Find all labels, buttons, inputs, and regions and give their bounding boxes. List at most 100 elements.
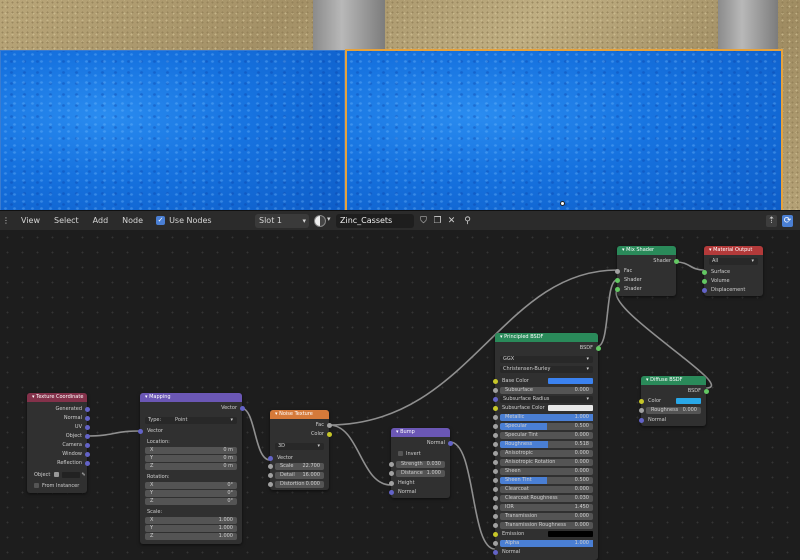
socket-icon — [492, 424, 498, 429]
node-header[interactable]: Material Output — [704, 246, 763, 255]
location-z-field[interactable]: Z0 m — [145, 463, 237, 470]
shield-icon[interactable]: ⛉ — [418, 215, 429, 227]
socket-icon — [492, 487, 498, 492]
socket-icon — [638, 417, 644, 423]
input-clearcoat-roughness[interactable]: Clearcoat Roughness 0.030 — [492, 495, 593, 502]
node-header[interactable]: Noise Texture — [270, 410, 329, 419]
color-swatch[interactable] — [676, 398, 701, 404]
dimension-dropdown[interactable]: 3D — [275, 443, 324, 450]
editor-type-icon[interactable]: ⋮ — [0, 216, 14, 225]
input-roughness[interactable]: Roughness 0.518 — [492, 441, 593, 448]
water-pool-left[interactable] — [0, 50, 345, 210]
input-emission[interactable]: Emission — [492, 530, 598, 538]
rotation-z-field[interactable]: Z 0° — [145, 498, 237, 505]
use-nodes-checkbox[interactable]: ✓ — [156, 216, 166, 225]
scale-y-field[interactable]: Y 1.000 — [145, 525, 237, 532]
input-subsurface-color[interactable]: Subsurface Color — [492, 404, 598, 412]
material-name-field[interactable]: Zinc_Cassets — [336, 214, 414, 228]
input-specular[interactable]: Specular 0.500 — [492, 423, 593, 430]
subsurface-method-dropdown[interactable]: Christensen-Burley — [500, 366, 593, 373]
socket-icon — [492, 531, 498, 537]
input-alpha[interactable]: Alpha 1.000 — [492, 540, 593, 547]
input-metallic[interactable]: Metallic 1.000 — [492, 414, 593, 421]
output-bsdf: BSDF — [495, 344, 601, 352]
input-sheen-tint[interactable]: Sheen Tint 0.500 — [492, 477, 593, 484]
color-swatch[interactable] — [548, 531, 593, 537]
input-clearcoat[interactable]: Clearcoat 0.000 — [492, 486, 593, 493]
3d-viewport[interactable] — [0, 0, 800, 210]
material-browse-icon[interactable] — [314, 215, 326, 227]
menu-add[interactable]: Add — [86, 216, 116, 225]
scale-x-field[interactable]: X 1.000 — [145, 517, 237, 524]
node-canvas[interactable]: Texture Coordinate Generated Normal UV O… — [0, 230, 800, 560]
output-fac: Fac — [270, 421, 332, 429]
node-noise-texture[interactable]: Noise Texture Fac Color 3D Vector Scale2… — [267, 410, 332, 490]
object-picker[interactable]: Object ✎ — [27, 471, 87, 479]
pin-icon[interactable]: ⚲ — [462, 215, 473, 227]
target-dropdown[interactable]: All — [709, 258, 758, 265]
socket-icon — [267, 473, 273, 478]
strength-field[interactable]: Strength 0.030 — [388, 461, 445, 468]
copy-icon[interactable]: ❐ — [432, 215, 443, 227]
color-swatch[interactable] — [548, 405, 593, 411]
output-camera: Camera — [27, 441, 90, 449]
from-instancer-checkbox[interactable]: From Instancer — [27, 482, 87, 490]
input-normal: Normal — [638, 416, 706, 424]
input-subsurface-radius[interactable]: Subsurface Radius — [492, 396, 593, 403]
type-dropdown[interactable]: Type: Point — [145, 417, 237, 424]
color-swatch[interactable] — [548, 378, 593, 384]
parent-node-tree-icon[interactable]: ⇡ — [766, 215, 777, 227]
input-anisotropic-rotation[interactable]: Anisotropic Rotation 0.000 — [492, 459, 593, 466]
menu-node[interactable]: Node — [115, 216, 150, 225]
node-mapping[interactable]: Mapping Vector Type:Point Vector Locatio… — [137, 393, 245, 544]
output-uv: UV — [27, 423, 90, 431]
link-diffuse-to-mix — [615, 289, 713, 389]
location-x-field[interactable]: X0 m — [145, 447, 237, 454]
rotation-x-field[interactable]: X 0° — [145, 482, 237, 489]
input-transmission[interactable]: Transmission 0.000 — [492, 513, 593, 520]
input-normal[interactable]: Normal — [492, 548, 598, 556]
invert-checkbox[interactable]: Invert — [391, 450, 450, 458]
node-material-output[interactable]: Material Output All Surface Volume Displ… — [701, 246, 763, 296]
input-color[interactable]: Color — [638, 397, 706, 405]
socket-icon — [447, 440, 453, 446]
scale-field[interactable]: Scale 22.700 — [267, 463, 324, 470]
rotation-y-field[interactable]: Y 0° — [145, 490, 237, 497]
node-bump[interactable]: Bump Normal Invert Strength0.030 Distanc… — [388, 428, 453, 498]
menu-view[interactable]: View — [14, 216, 47, 225]
distortion-field[interactable]: Distortion 0.000 — [267, 481, 324, 488]
socket-icon — [492, 460, 498, 465]
input-anisotropic[interactable]: Anisotropic 0.000 — [492, 450, 593, 457]
node-header[interactable]: Principled BSDF — [495, 333, 598, 342]
distribution-dropdown[interactable]: GGX — [500, 356, 593, 363]
node-header[interactable]: Bump — [391, 428, 450, 437]
socket-icon — [492, 405, 498, 411]
input-sheen[interactable]: Sheen 0.000 — [492, 468, 593, 475]
input-specular-tint[interactable]: Specular Tint 0.000 — [492, 432, 593, 439]
node-header[interactable]: Diffuse BSDF — [641, 376, 706, 385]
node-principled-bsdf[interactable]: Principled BSDF BSDF GGX Christensen-Bur… — [492, 333, 601, 560]
socket-icon — [614, 277, 620, 283]
scale-z-field[interactable]: Z 1.000 — [145, 533, 237, 540]
roughness-field[interactable]: Roughness 0.000 — [638, 407, 701, 414]
input-base-color[interactable]: Base Color — [492, 377, 598, 385]
socket-icon — [84, 406, 90, 412]
node-header[interactable]: Mapping — [140, 393, 242, 402]
distance-field[interactable]: Distance 1.000 — [388, 470, 445, 477]
detail-field[interactable]: Detail 16.000 — [267, 472, 324, 479]
menu-select[interactable]: Select — [47, 216, 86, 225]
node-diffuse-bsdf[interactable]: Diffuse BSDF BSDF Color Roughness0.000 N… — [638, 376, 709, 426]
node-header[interactable]: Mix Shader — [617, 246, 676, 255]
input-ior[interactable]: IOR 1.450 — [492, 504, 593, 511]
slot-dropdown[interactable]: Slot 1 ▾ — [255, 214, 309, 228]
socket-icon — [638, 398, 644, 404]
backdrop-icon[interactable]: ⟳ — [782, 215, 793, 227]
input-transmission-roughness[interactable]: Transmission Roughness 0.000 — [492, 522, 593, 529]
close-icon[interactable]: ✕ — [446, 215, 457, 227]
input-subsurface[interactable]: Subsurface 0.000 — [492, 387, 593, 394]
water-pool-selected[interactable] — [345, 49, 783, 210]
location-y-field[interactable]: Y0 m — [145, 455, 237, 462]
node-mix-shader[interactable]: Mix Shader Shader Fac Shader Shader — [614, 246, 679, 296]
node-texture-coordinate[interactable]: Texture Coordinate Generated Normal UV O… — [27, 393, 90, 493]
node-header[interactable]: Texture Coordinate — [27, 393, 87, 402]
